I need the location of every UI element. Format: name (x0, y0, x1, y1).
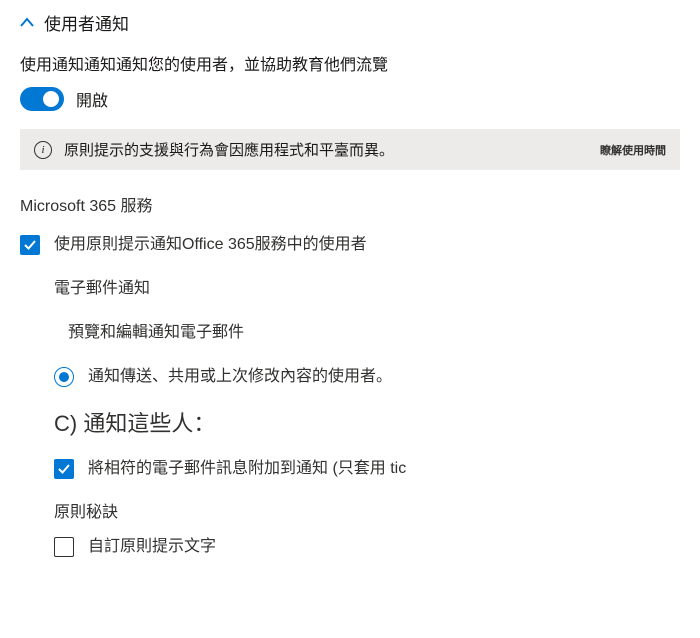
toggle-knob (43, 91, 59, 107)
info-text: 原則提示的支援與行為會因應用程式和平臺而異。 (64, 139, 394, 160)
policy-tips-title: 原則秘訣 (54, 498, 680, 522)
radio-label: 通知傳送、共用或上次修改內容的使用者。 (88, 366, 392, 388)
checkbox-attach-email[interactable] (54, 459, 74, 479)
notifications-toggle[interactable] (20, 87, 64, 111)
info-icon: i (34, 141, 52, 159)
learn-more-link[interactable]: 瞭解使用時間 (600, 142, 666, 158)
services-title: Microsoft 365 服務 (20, 192, 680, 216)
info-left: i 原則提示的支援與行為會因應用程式和平臺而異。 (34, 139, 394, 160)
checkbox-notify-office[interactable] (20, 235, 40, 255)
checkbox-label: 使用原則提示通知Office 365服務中的使用者 (54, 234, 367, 256)
toggle-label: 開啟 (76, 87, 108, 111)
radio-notify-sender[interactable] (54, 367, 74, 387)
chevron-up-icon (20, 16, 34, 30)
heading-notify-these: C) 通知這些人： (54, 406, 680, 438)
checkbox-customize-text[interactable] (54, 537, 74, 557)
section-title: 使用者通知 (44, 10, 129, 35)
toggle-row: 開啟 (20, 87, 680, 111)
radio-dot (59, 372, 69, 382)
email-notification-title: 電子郵件通知 (54, 274, 680, 298)
checkbox-label: 將相符的電子郵件訊息附加到通知 (只套用 tic (88, 458, 406, 480)
radio-row-notify-sender: 通知傳送、共用或上次修改內容的使用者。 (54, 366, 680, 388)
checkbox-row-customize: 自訂原則提示文字 (54, 536, 680, 558)
checkbox-label: 自訂原則提示文字 (88, 536, 216, 558)
info-banner: i 原則提示的支援與行為會因應用程式和平臺而異。 瞭解使用時間 (20, 129, 680, 170)
checkbox-row-attach: 將相符的電子郵件訊息附加到通知 (只套用 tic (54, 458, 680, 480)
section-header[interactable]: 使用者通知 (20, 10, 680, 35)
checkbox-row-notify-office: 使用原則提示通知Office 365服務中的使用者 (20, 234, 680, 256)
preview-edit-link[interactable]: 預覽和編輯通知電子郵件 (68, 318, 680, 342)
section-description: 使用通知通知通知您的使用者，並協助教育他們流覽 (20, 51, 680, 75)
